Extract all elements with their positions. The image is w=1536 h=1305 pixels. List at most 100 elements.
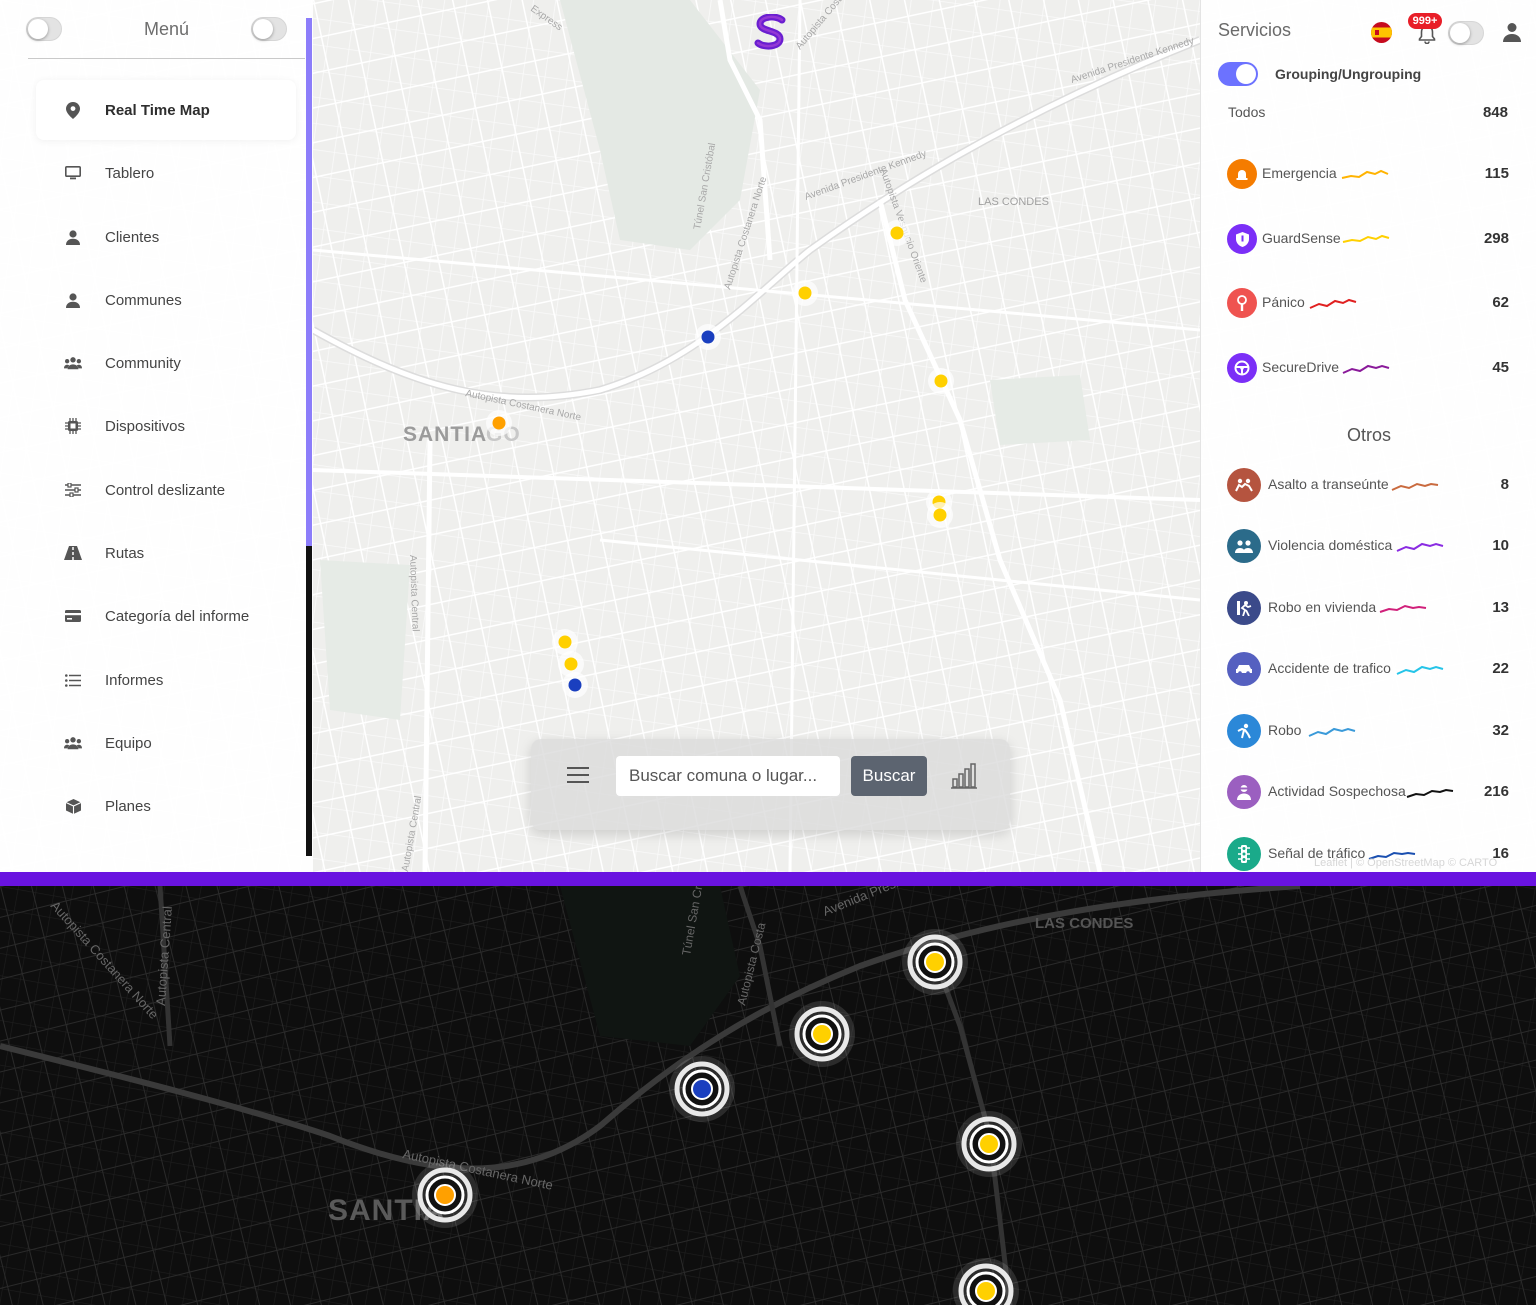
sidebar-item-label: Dispositivos [105, 417, 186, 435]
marker-yellow[interactable] [933, 508, 947, 522]
marker-yellow[interactable] [564, 657, 578, 671]
marker-yellow[interactable] [924, 951, 946, 973]
menu-divider [28, 58, 305, 59]
marker-yellow[interactable] [978, 1133, 1000, 1155]
sidebar-item-planes[interactable]: Planes [36, 776, 296, 836]
sparkline [1391, 482, 1439, 491]
search-bar: Buscar [531, 739, 1010, 830]
sidebar-item-label: Community [105, 354, 181, 372]
marker-blue[interactable] [701, 330, 715, 344]
service-row-accidente[interactable]: Accidente de trafico 22 [1201, 652, 1536, 688]
hamburger-menu-icon[interactable] [567, 767, 589, 785]
service-row-emergencia[interactable]: Emergencia 115 [1201, 157, 1536, 193]
sidebar-item-communes[interactable]: Communes [36, 270, 296, 330]
grouping-switch[interactable] [1218, 62, 1258, 86]
marker-orange[interactable] [434, 1184, 456, 1206]
service-count: 45 [1492, 359, 1509, 376]
service-count: 8 [1500, 476, 1509, 493]
panel-toggle[interactable] [1448, 21, 1484, 45]
service-row-asalto[interactable]: Asalto a transeúnte 8 [1201, 468, 1536, 504]
sidebar-item-community[interactable]: Community [36, 333, 296, 393]
users-icon [64, 734, 82, 752]
map-label-santiago: SANTIA [403, 423, 487, 446]
marker-yellow[interactable] [811, 1023, 833, 1045]
service-row-actividad-sospechosa[interactable]: Actividad Sospechosa 216 [1201, 775, 1536, 811]
sidebar-item-rutas[interactable]: Rutas [36, 523, 296, 583]
user-icon [64, 228, 82, 246]
traffic-light-icon [1227, 837, 1261, 871]
sidebar-item-label: Real Time Map [105, 101, 210, 119]
card-icon [64, 607, 82, 625]
sidebar-item-label: Categoría del informe [105, 607, 250, 625]
map-pin-icon [64, 101, 82, 119]
service-row-guardsense[interactable]: GuardSense 298 [1201, 222, 1536, 258]
notification-badge: 999+ [1408, 13, 1442, 29]
search-button[interactable]: Buscar [851, 756, 927, 796]
burglary-icon [1227, 591, 1261, 625]
marker-blue[interactable] [568, 678, 582, 692]
dark-map-canvas[interactable]: SANTIA LAS CONDES Autopista Costanera No… [0, 886, 1536, 1305]
map-attribution[interactable]: Leaflet | © OpenStreetMap © CARTO [1314, 857, 1497, 869]
all-services-label[interactable]: Todos [1228, 104, 1265, 120]
marker-yellow[interactable] [934, 374, 948, 388]
sidebar-item-dispositivos[interactable]: Dispositivos [36, 396, 296, 456]
marker-yellow[interactable] [558, 635, 572, 649]
sidebar: Menú Real Time Map Tablero Clientes Comm… [0, 0, 313, 872]
service-count: 62 [1492, 294, 1509, 311]
service-row-robo[interactable]: Robo 32 [1201, 714, 1536, 750]
light-map-view: SANTIA GO LAS CONDES Autopista Costanera… [0, 0, 1536, 872]
sidebar-item-equipo[interactable]: Equipo [36, 713, 296, 773]
sidebar-item-clientes[interactable]: Clientes [36, 207, 296, 267]
sidebar-item-informes[interactable]: Informes [36, 650, 296, 710]
service-count: 32 [1492, 722, 1509, 739]
sparkline [1342, 234, 1390, 243]
grouping-label: Grouping/Ungrouping [1275, 66, 1422, 82]
search-input[interactable] [616, 756, 840, 796]
service-label: SecureDrive [1262, 359, 1340, 375]
road-icon [64, 544, 82, 562]
sparkline [1308, 727, 1356, 737]
service-label: Robo en vivienda [1268, 599, 1377, 615]
marker-orange[interactable] [492, 416, 506, 430]
service-label: Emergencia [1262, 165, 1337, 181]
sidebar-toggle-right[interactable] [251, 17, 287, 41]
spain-flag-icon[interactable] [1371, 22, 1392, 43]
sparkline [1396, 665, 1444, 675]
service-row-robo-vivienda[interactable]: Robo en vivienda 13 [1201, 591, 1536, 627]
service-label: GuardSense [1262, 230, 1341, 246]
sidebar-item-label: Equipo [105, 734, 152, 752]
service-row-securedrive[interactable]: SecureDrive 45 [1201, 351, 1536, 387]
marker-blue[interactable] [691, 1078, 713, 1100]
sidebar-item-real-time-map[interactable]: Real Time Map [36, 80, 296, 140]
sliders-icon [64, 481, 82, 499]
sidebar-item-control-deslizante[interactable]: Control deslizante [36, 460, 296, 520]
robbery-icon [1227, 714, 1261, 748]
sparkline [1342, 364, 1390, 374]
service-count: 298 [1483, 230, 1509, 247]
marker-yellow[interactable] [890, 226, 904, 240]
sidebar-item-label: Informes [105, 671, 164, 689]
sidebar-item-tablero[interactable]: Tablero [36, 143, 296, 203]
users-icon [64, 354, 82, 372]
marker-yellow[interactable] [798, 286, 812, 300]
car-crash-icon [1227, 652, 1261, 686]
shield-icon [1227, 224, 1257, 254]
panic-icon [1227, 288, 1257, 318]
service-count: 115 [1484, 165, 1509, 182]
panel-title: Servicios [1218, 20, 1292, 40]
service-row-panico[interactable]: Pánico 62 [1201, 286, 1536, 322]
bar-chart-icon[interactable] [950, 763, 978, 789]
service-row-violencia[interactable]: Violencia doméstica 10 [1201, 529, 1536, 565]
service-label: Accidente de trafico [1268, 660, 1391, 676]
marker-yellow[interactable] [975, 1280, 997, 1302]
dark-map-view: SANTIA LAS CONDES Autopista Costanera No… [0, 886, 1536, 1305]
suspicious-person-icon [1227, 775, 1261, 809]
sidebar-scrollbar-thumb[interactable] [306, 18, 312, 546]
user-profile-icon[interactable] [1502, 22, 1522, 42]
sidebar-item-label: Tablero [105, 164, 155, 182]
map-label-las-condes: LAS CONDES [978, 196, 1049, 208]
monitor-icon [64, 164, 82, 182]
services-panel: Servicios 999+ Grouping/Ungrouping Todos… [1200, 0, 1536, 872]
sidebar-item-categoria-del-informe[interactable]: Categoría del informe [36, 586, 296, 646]
sparkline [1379, 604, 1427, 613]
